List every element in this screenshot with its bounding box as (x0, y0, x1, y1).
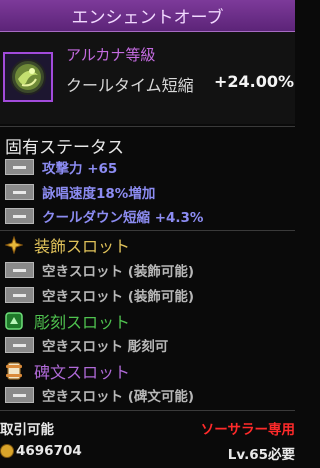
inherent-stat-row: 攻撃力 +65 (0, 156, 295, 178)
stat-marker-icon (5, 184, 34, 200)
inherent-stat-row: 詠唱速度18%増加 (0, 181, 295, 203)
empty-slot-icon (5, 387, 34, 403)
empty-slot-label: 空きスロット (装飾可能) (42, 289, 195, 305)
price-value: 4696704 (16, 443, 82, 459)
stat-marker-icon (5, 159, 34, 175)
gold-coin-icon (0, 444, 14, 458)
item-name-title-bar: エンシェントオーブ (0, 0, 295, 32)
accessory-slot-title: 装飾スロット (34, 237, 131, 256)
inscription-slot-title: 碑文スロット (34, 363, 131, 382)
stat-attack: 攻撃力 +65 (42, 161, 118, 177)
stat-cooldown: クールダウン短縮 +4.3% (42, 210, 204, 226)
empty-slot-icon (5, 287, 34, 303)
stat-marker-icon (5, 208, 34, 224)
empty-slot-label: 空きスロット (碑文可能) (42, 389, 195, 405)
cooldown-value: +24.00% (214, 72, 295, 91)
engrave-slot-header: 彫刻スロット (4, 309, 130, 333)
inscription-slot-header: 碑文スロット (4, 359, 130, 383)
footer-tradeable-row: 取引可能 ソーサラー専用 (0, 418, 295, 438)
tradeable-label: 取引可能 (0, 422, 54, 438)
empty-slot-icon (5, 262, 34, 278)
inscription-icon (4, 361, 24, 381)
item-name: エンシェントオーブ (71, 8, 224, 28)
empty-slot-label: 空きスロット (装飾可能) (42, 264, 195, 280)
engrave-icon (4, 311, 24, 331)
divider (0, 230, 295, 231)
inherent-status-title: 固有ステータス (5, 138, 124, 158)
accessory-slot-entry[interactable]: 空きスロット (装飾可能) (0, 259, 295, 281)
cooldown-label: クールタイム短縮 (66, 76, 194, 95)
inherent-stat-row: クールダウン短縮 +4.3% (0, 205, 295, 227)
accessory-slot-header: 装飾スロット (4, 233, 130, 257)
inscription-slot-entry[interactable]: 空きスロット (碑文可能) (0, 384, 295, 406)
stat-cast-speed: 詠唱速度18%増加 (42, 186, 156, 202)
empty-slot-label: 空きスロット 彫刻可 (42, 339, 169, 355)
divider (0, 410, 295, 411)
accessory-icon (4, 235, 24, 255)
divider (0, 126, 295, 127)
accessory-slot-entry[interactable]: 空きスロット (装飾可能) (0, 284, 295, 306)
level-requirement: Lv.65必要 (227, 447, 295, 463)
orb-icon (3, 52, 53, 102)
engrave-slot-title: 彫刻スロット (34, 313, 131, 332)
engrave-slot-entry[interactable]: 空きスロット 彫刻可 (0, 334, 295, 356)
class-restriction-label: ソーサラー専用 (200, 422, 295, 438)
footer-price-row: 4696704 Lv.65必要 (0, 443, 295, 463)
empty-slot-icon (5, 337, 34, 353)
rarity-label: アルカナ等級 (66, 46, 156, 64)
